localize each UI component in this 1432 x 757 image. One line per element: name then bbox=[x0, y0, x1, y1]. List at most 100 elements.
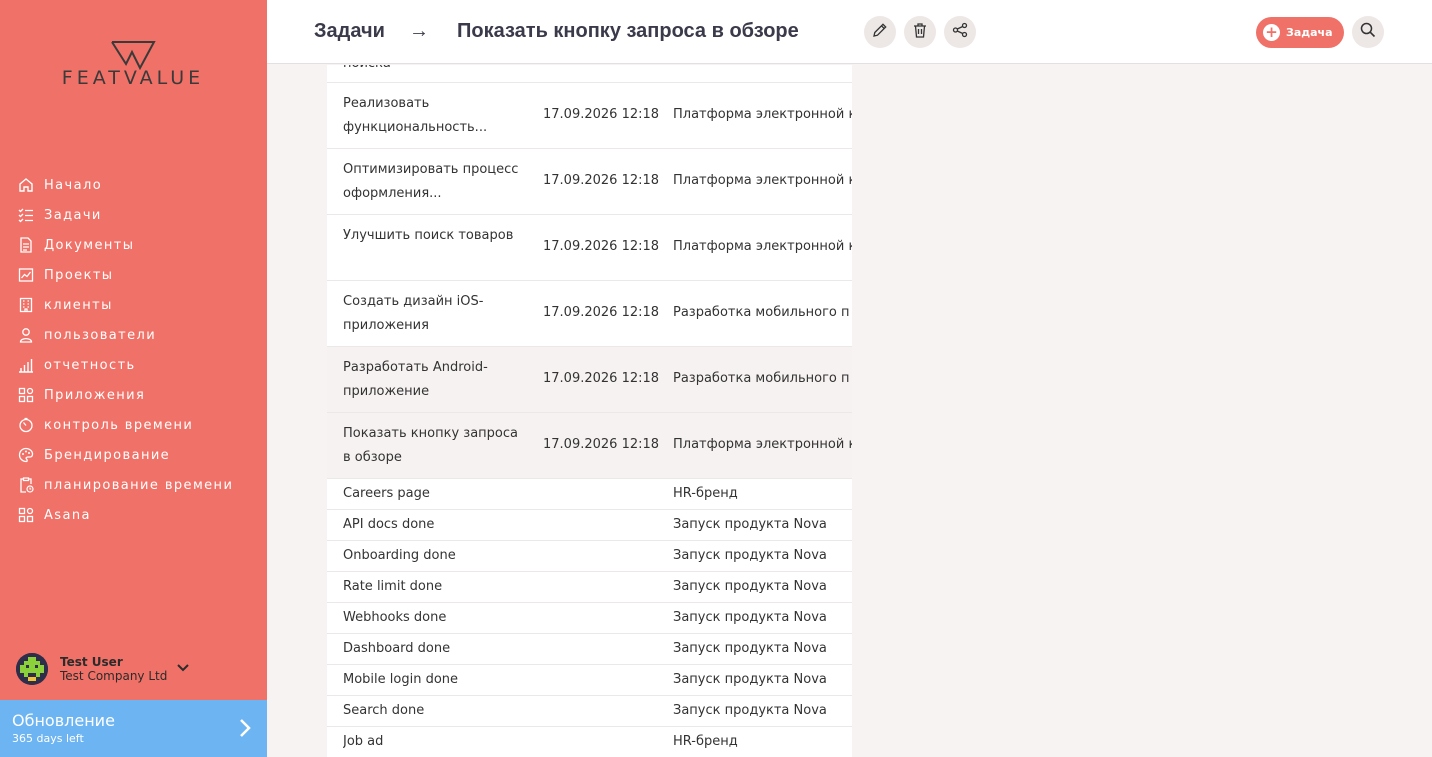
table-row[interactable]: Onboarding done Запуск продукта Nova bbox=[327, 541, 852, 572]
task-project-cell: Платформа электронной к bbox=[673, 173, 852, 188]
add-task-label: Задача bbox=[1286, 26, 1333, 39]
clipboard-time-icon bbox=[17, 476, 35, 494]
table-row[interactable]: API docs done Запуск продукта Nova bbox=[327, 510, 852, 541]
sidebar-item-label: планирование времени bbox=[44, 477, 234, 493]
table-row[interactable]: Оптимизировать процесс оформления... 17.… bbox=[327, 149, 852, 215]
chevron-right-icon bbox=[239, 718, 251, 742]
breadcrumb-root[interactable]: Задачи bbox=[314, 20, 385, 43]
sidebar-item-asana[interactable]: Asana bbox=[0, 500, 267, 530]
task-name-cell: Улучшить поиск товаров bbox=[343, 228, 514, 243]
task-table: поиска Реализовать функциональность... 1… bbox=[327, 65, 852, 757]
task-name-cell: поиска bbox=[343, 65, 523, 76]
task-date-cell: 17.09.2026 12:18 bbox=[543, 239, 660, 254]
task-name-cell: Search done bbox=[343, 703, 425, 718]
search-button[interactable] bbox=[1352, 16, 1384, 48]
task-date-cell: 17.09.2026 12:18 bbox=[543, 371, 660, 386]
sidebar: FEATVALUE Начало Задачи Документы Проект… bbox=[0, 0, 267, 757]
task-project-cell: Запуск продукта Nova bbox=[673, 517, 827, 532]
table-row[interactable]: Создать дизайн iOS-приложения 17.09.2026… bbox=[327, 281, 852, 347]
task-project-cell: Запуск продукта Nova bbox=[673, 610, 827, 625]
brand-name: FEATVALUE bbox=[61, 67, 205, 89]
table-row[interactable]: Job ad HR-бренд bbox=[327, 727, 852, 757]
table-row[interactable]: поиска bbox=[327, 65, 852, 83]
sidebar-item-time-planning[interactable]: планирование времени bbox=[0, 470, 267, 500]
tasks-icon bbox=[17, 206, 35, 224]
table-row-selected[interactable]: Показать кнопку запроса в обзоре 17.09.2… bbox=[327, 413, 852, 479]
table-row[interactable]: Разработать Android-приложение 17.09.202… bbox=[327, 347, 852, 413]
table-row[interactable]: Mobile login done Запуск продукта Nova bbox=[327, 665, 852, 696]
sidebar-item-label: Проекты bbox=[44, 267, 114, 283]
sidebar-item-label: Брендирование bbox=[44, 447, 171, 463]
document-icon bbox=[17, 236, 35, 254]
sidebar-item-home[interactable]: Начало bbox=[0, 170, 267, 200]
delete-button[interactable] bbox=[904, 16, 936, 48]
breadcrumb-separator: → bbox=[409, 20, 429, 42]
palette-icon bbox=[17, 446, 35, 464]
building-icon bbox=[17, 296, 35, 314]
table-row[interactable]: Dashboard done Запуск продукта Nova bbox=[327, 634, 852, 665]
chevron-down-icon[interactable] bbox=[177, 657, 190, 676]
task-project-cell: Запуск продукта Nova bbox=[673, 579, 827, 594]
sidebar-item-projects[interactable]: Проекты bbox=[0, 260, 267, 290]
user-name: Test User bbox=[60, 655, 123, 669]
task-name-cell: Careers page bbox=[343, 486, 430, 501]
top-header: Задачи → Показать кнопку запроса в обзор… bbox=[267, 0, 1432, 64]
brand-logo[interactable]: FEATVALUE bbox=[48, 40, 218, 90]
sidebar-item-reports[interactable]: отчетность bbox=[0, 350, 267, 380]
task-project-cell: Платформа электронной к bbox=[673, 437, 852, 452]
search-icon bbox=[1360, 22, 1376, 42]
sidebar-item-clients[interactable]: клиенты bbox=[0, 290, 267, 320]
task-project-cell: Запуск продукта Nova bbox=[673, 703, 827, 718]
task-project-cell: HR-бренд bbox=[673, 734, 738, 749]
chart-icon bbox=[17, 356, 35, 374]
sidebar-nav: Начало Задачи Документы Проекты клиенты … bbox=[0, 170, 267, 530]
sidebar-item-apps[interactable]: Приложения bbox=[0, 380, 267, 410]
apps-icon bbox=[17, 386, 35, 404]
sidebar-item-time-tracking[interactable]: контроль времени bbox=[0, 410, 267, 440]
task-project-cell: HR-бренд bbox=[673, 486, 738, 501]
task-project-cell: Запуск продукта Nova bbox=[673, 672, 827, 687]
add-task-button[interactable]: + Задача bbox=[1256, 17, 1344, 48]
task-name-cell: Создать дизайн iOS-приложения bbox=[343, 294, 484, 333]
edit-button[interactable] bbox=[864, 16, 896, 48]
upgrade-title: Обновление bbox=[12, 711, 115, 730]
task-project-cell: Платформа электронной к bbox=[673, 239, 852, 254]
task-name-cell: Реализовать функциональность... bbox=[343, 96, 488, 135]
sidebar-item-tasks[interactable]: Задачи bbox=[0, 200, 267, 230]
sidebar-item-users[interactable]: пользователи bbox=[0, 320, 267, 350]
task-name-cell: API docs done bbox=[343, 517, 435, 532]
upgrade-days-left: 365 days left bbox=[12, 732, 84, 745]
task-date-cell: 17.09.2026 12:18 bbox=[543, 437, 660, 452]
user-menu[interactable]: Test User Test Company Ltd bbox=[16, 652, 256, 686]
table-row[interactable]: Careers page HR-бренд bbox=[327, 479, 852, 510]
page-title: Показать кнопку запроса в обзоре bbox=[457, 20, 799, 42]
table-row[interactable]: Webhooks done Запуск продукта Nova bbox=[327, 603, 852, 634]
sidebar-item-label: Начало bbox=[44, 177, 103, 193]
task-project-cell: Разработка мобильного п bbox=[673, 371, 850, 386]
sidebar-item-branding[interactable]: Брендирование bbox=[0, 440, 267, 470]
task-name-cell: Job ad bbox=[343, 734, 384, 749]
sidebar-item-label: Asana bbox=[44, 507, 91, 523]
avatar bbox=[16, 653, 48, 685]
task-name-cell: Dashboard done bbox=[343, 641, 451, 656]
table-row[interactable]: Rate limit done Запуск продукта Nova bbox=[327, 572, 852, 603]
task-name-cell: Rate limit done bbox=[343, 579, 443, 594]
home-icon bbox=[17, 176, 35, 194]
sidebar-item-label: Задачи bbox=[44, 207, 102, 223]
sidebar-item-documents[interactable]: Документы bbox=[0, 230, 267, 260]
share-icon bbox=[952, 22, 968, 42]
task-name-cell: Onboarding done bbox=[343, 548, 456, 563]
apps-icon bbox=[17, 506, 35, 524]
share-button[interactable] bbox=[944, 16, 976, 48]
task-name-cell: Разработать Android-приложение bbox=[343, 360, 488, 399]
table-row[interactable]: Search done Запуск продукта Nova bbox=[327, 696, 852, 727]
table-row[interactable]: Реализовать функциональность... 17.09.20… bbox=[327, 83, 852, 149]
sidebar-item-label: пользователи bbox=[44, 327, 157, 343]
upgrade-banner[interactable]: Обновление 365 days left bbox=[0, 700, 267, 757]
trash-icon bbox=[912, 22, 928, 42]
sidebar-item-label: клиенты bbox=[44, 297, 113, 313]
sidebar-item-label: Документы bbox=[44, 237, 135, 253]
task-project-cell: Платформа электронной к bbox=[673, 107, 852, 122]
task-date-cell: 17.09.2026 12:18 bbox=[543, 173, 660, 188]
table-row[interactable]: Улучшить поиск товаров 17.09.2026 12:18 … bbox=[327, 215, 852, 281]
